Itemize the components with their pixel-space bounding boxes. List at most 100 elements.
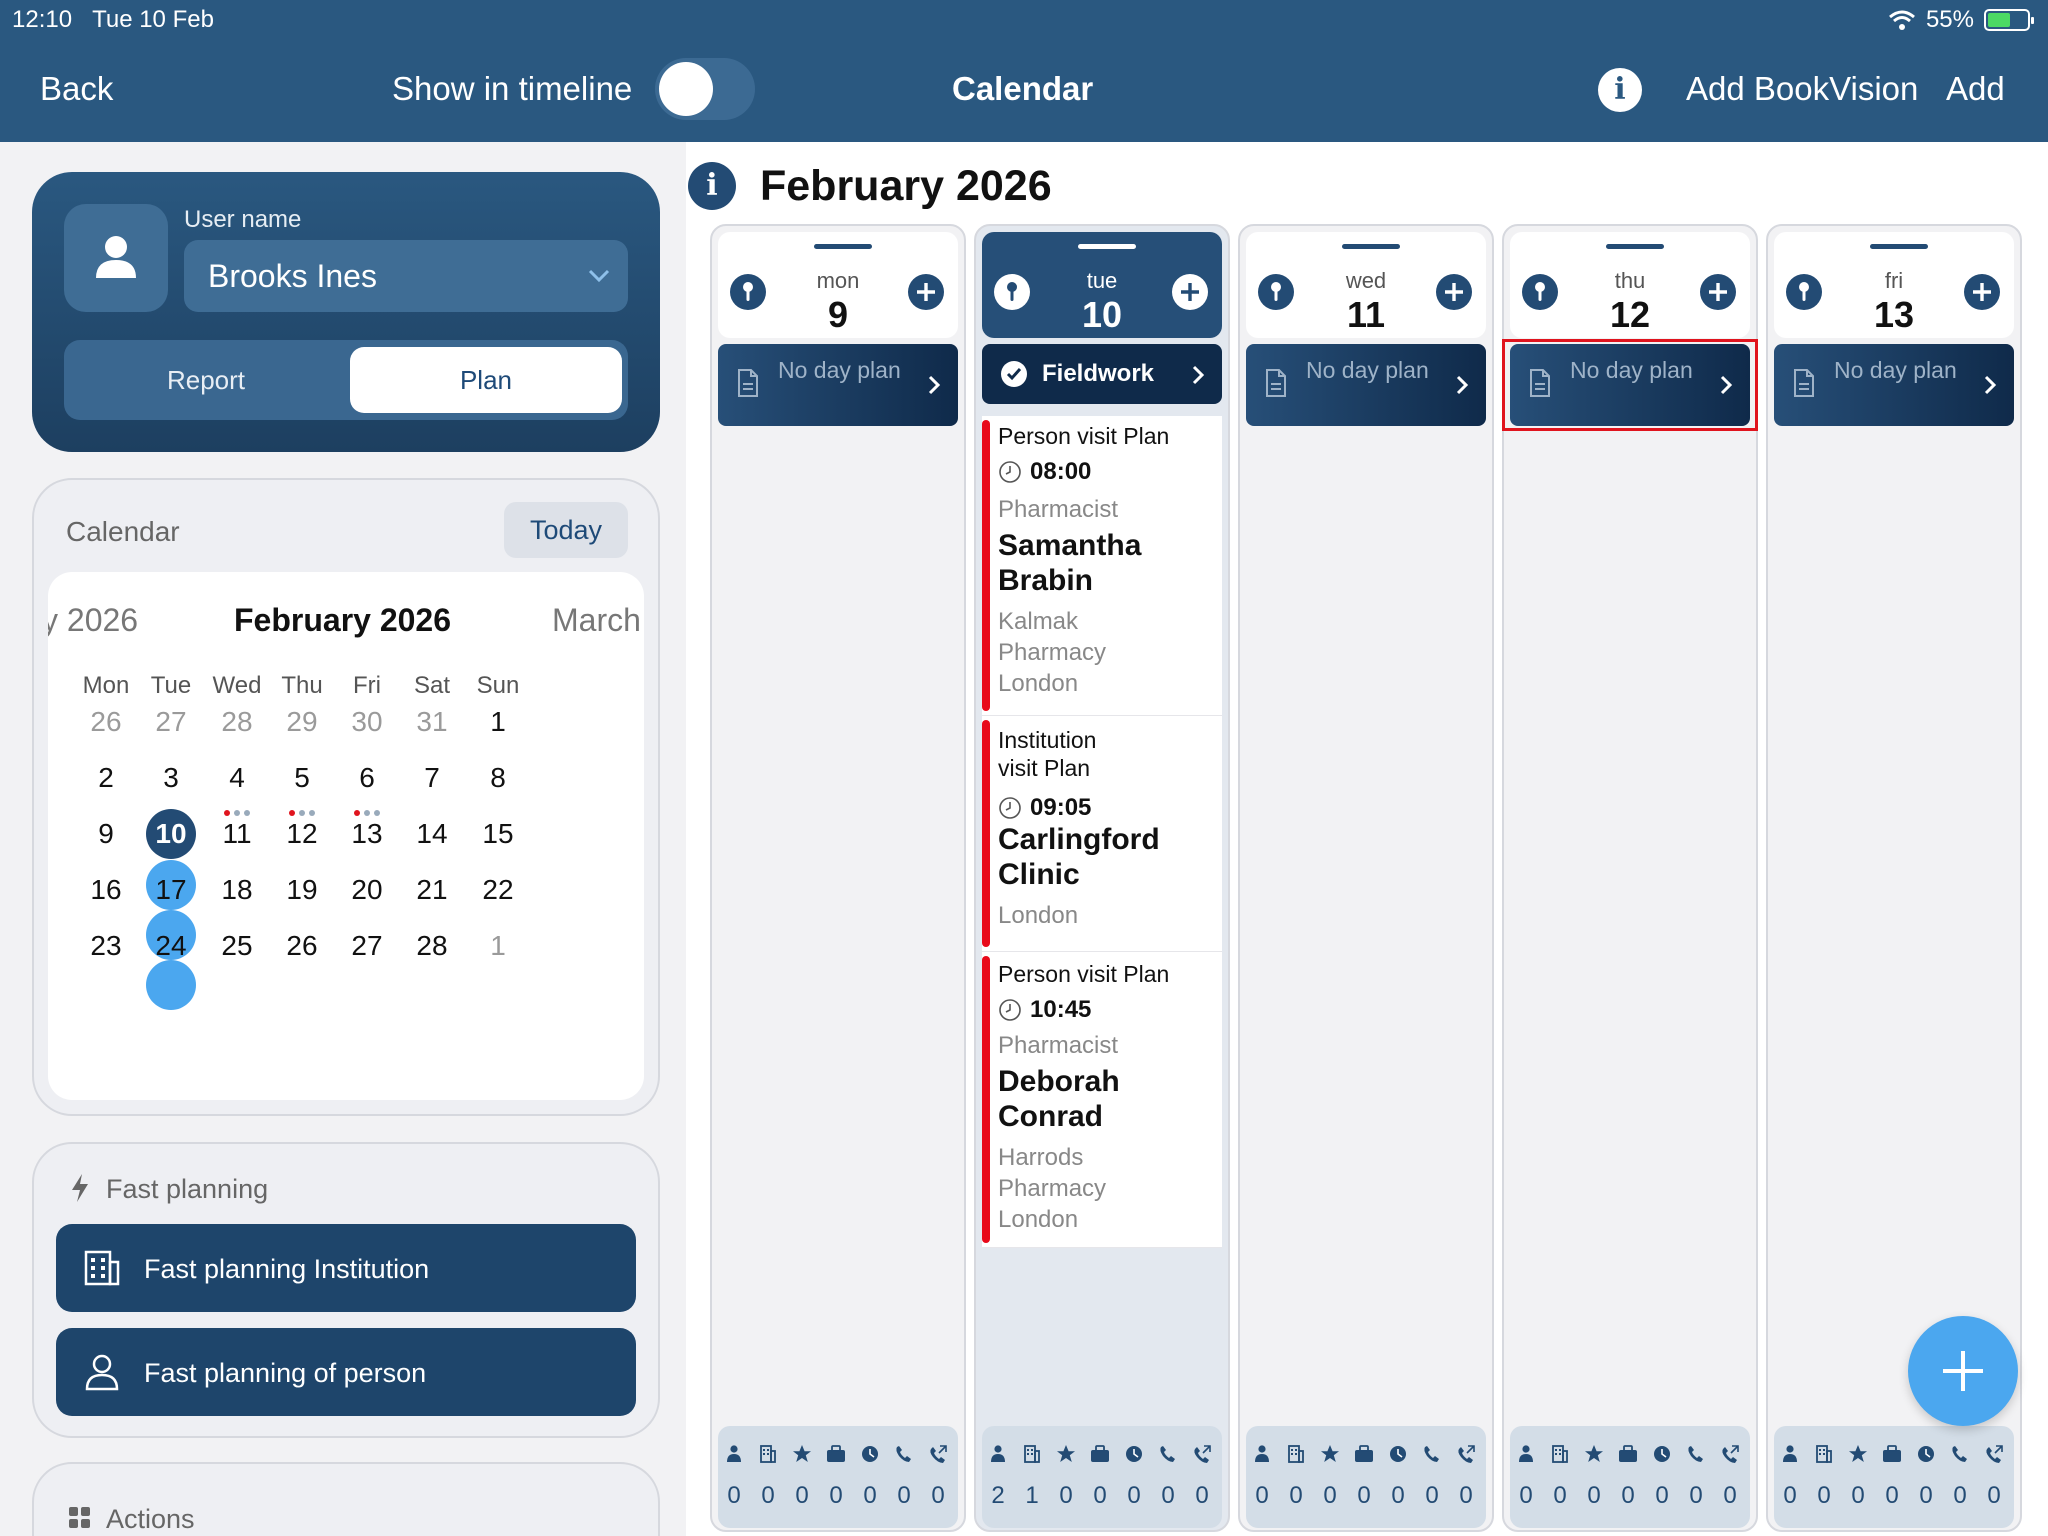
calendar-day-number: 7 bbox=[424, 762, 440, 793]
calendar-day[interactable]: 22 bbox=[458, 860, 538, 920]
calendar-day-number: 8 bbox=[490, 762, 506, 793]
month-calendar: y 2026 February 2026 March Mon Tue Wed Thu F… bbox=[48, 572, 644, 1100]
day-plan-button[interactable]: No day plan bbox=[718, 344, 958, 426]
building-icon bbox=[1024, 1445, 1040, 1463]
stat-count: 0 bbox=[1621, 1482, 1635, 1509]
visit-type: Person visit Plan bbox=[998, 423, 1170, 449]
stat-icons bbox=[1255, 1445, 1475, 1463]
phone-icon bbox=[1688, 1446, 1703, 1462]
stat-count: 0 bbox=[1357, 1482, 1371, 1509]
calendar-day[interactable]: 8 bbox=[458, 748, 538, 808]
chevron-right-icon bbox=[1984, 375, 1997, 395]
star-icon bbox=[1321, 1445, 1339, 1462]
visit-card[interactable]: Person visit Plan 10:45 Pharmacist Deborah … bbox=[982, 952, 1222, 1248]
day-header-indicator bbox=[814, 244, 872, 249]
building-icon bbox=[84, 1250, 120, 1286]
stat-count: 2 bbox=[991, 1482, 1005, 1509]
floating-add-button[interactable] bbox=[1908, 1316, 2018, 1426]
calendar-day-number: 24 bbox=[155, 930, 187, 961]
day-header[interactable]: mon 9 bbox=[718, 232, 958, 338]
visit-card[interactable]: Person visit Plan 08:00 Pharmacist Samantha… bbox=[982, 416, 1222, 716]
fast-planning-person-button[interactable]: Fast planning of person bbox=[56, 1328, 636, 1416]
visit-status-bar bbox=[982, 420, 990, 711]
stat-count: 0 bbox=[931, 1482, 945, 1509]
visit-time: 10:45 bbox=[1030, 996, 1092, 1023]
day-stats: 0000000 bbox=[1510, 1426, 1750, 1528]
clock-icon bbox=[1126, 1446, 1142, 1462]
stat-count: 0 bbox=[1093, 1482, 1107, 1509]
stat-count: 0 bbox=[1425, 1482, 1439, 1509]
stat-count: 0 bbox=[1885, 1482, 1899, 1509]
visit-place: Kalmak Pharmacy London bbox=[998, 608, 1107, 697]
day-header[interactable]: tue 10 bbox=[982, 232, 1222, 338]
calendar-day-number: 27 bbox=[351, 930, 383, 961]
calendar-day[interactable]: 1 bbox=[458, 916, 538, 976]
day-number: 11 bbox=[1346, 294, 1386, 335]
stat-count: 0 bbox=[1553, 1482, 1567, 1509]
info-icon[interactable]: i bbox=[1598, 68, 1642, 112]
day-header[interactable]: fri 13 bbox=[1774, 232, 2014, 338]
day-number: 13 bbox=[1873, 294, 1915, 335]
calendar-day-number: 9 bbox=[98, 818, 114, 849]
user-name-label: User name bbox=[184, 206, 302, 233]
briefcase-icon bbox=[1355, 1445, 1373, 1462]
day-plan-button[interactable]: Fieldwork bbox=[982, 344, 1222, 404]
next-month-label[interactable]: March bbox=[552, 602, 641, 639]
chevron-right-icon bbox=[1456, 375, 1469, 395]
star-icon bbox=[1849, 1445, 1867, 1462]
person-icon bbox=[1783, 1445, 1797, 1462]
previous-month-label[interactable]: y 2026 bbox=[48, 602, 138, 639]
stat-count: 0 bbox=[1059, 1482, 1073, 1509]
report-plan-segmented-control: Report Plan bbox=[64, 340, 628, 420]
calendar-day-number: 25 bbox=[221, 930, 253, 961]
briefcase-icon bbox=[1883, 1445, 1901, 1462]
fast-planning-institution-button[interactable]: Fast planning Institution bbox=[56, 1224, 636, 1312]
plus-icon bbox=[1943, 1351, 1983, 1391]
visit-card[interactable]: Institution visit Plan 09:05 Carlingford C… bbox=[982, 716, 1222, 952]
stat-icons bbox=[1519, 1445, 1739, 1463]
clock-icon bbox=[999, 461, 1021, 483]
calendar-day-number: 15 bbox=[482, 818, 514, 849]
week-title: February 2026 bbox=[760, 162, 1052, 210]
fast-planning-person-label: Fast planning of person bbox=[144, 1358, 427, 1388]
back-button[interactable]: Back bbox=[40, 70, 113, 108]
day-plan-button[interactable]: No day plan bbox=[1774, 344, 2014, 426]
building-icon bbox=[1288, 1445, 1304, 1463]
day-column-wed: wed 11 No day plan 0 0 0 0 0 0 0 bbox=[1238, 224, 1494, 1532]
clock-icon bbox=[999, 797, 1021, 819]
visit-role: Pharmacist bbox=[998, 1032, 1119, 1059]
add-button[interactable]: Add bbox=[1946, 70, 2005, 108]
show-in-timeline-toggle[interactable] bbox=[655, 58, 755, 120]
calendar-day-number: 27 bbox=[155, 706, 187, 737]
stat-icons bbox=[727, 1445, 947, 1463]
day-header-indicator bbox=[1342, 244, 1400, 249]
day-plan-button[interactable]: No day plan bbox=[1246, 344, 1486, 426]
day-weekday: fri bbox=[1884, 268, 1904, 293]
phone-outgoing-icon bbox=[1194, 1445, 1211, 1463]
add-bookvision-button[interactable]: Add BookVision bbox=[1686, 70, 1918, 108]
person-icon bbox=[991, 1445, 1005, 1462]
briefcase-icon bbox=[1619, 1445, 1637, 1462]
stat-count: 0 bbox=[1987, 1482, 2001, 1509]
briefcase-icon bbox=[827, 1445, 845, 1462]
star-icon bbox=[793, 1445, 811, 1462]
stat-count: 0 bbox=[1255, 1482, 1269, 1509]
segment-plan[interactable]: Plan bbox=[350, 347, 622, 413]
today-button[interactable]: Today bbox=[504, 502, 628, 558]
visit-role: Pharmacist bbox=[998, 496, 1119, 523]
user-name-select[interactable]: Brooks Ines bbox=[184, 240, 628, 312]
lightning-icon bbox=[72, 1174, 88, 1202]
stat-count: 0 bbox=[1587, 1482, 1601, 1509]
segment-report[interactable]: Report bbox=[64, 340, 348, 420]
stat-count: 0 bbox=[1655, 1482, 1669, 1509]
calendar-day[interactable]: 15 bbox=[458, 804, 538, 864]
phone-outgoing-icon bbox=[1458, 1445, 1475, 1463]
day-header[interactable]: wed 11 bbox=[1246, 232, 1486, 338]
clock-icon bbox=[862, 1446, 878, 1462]
day-header[interactable]: thu 12 bbox=[1510, 232, 1750, 338]
week-info-icon[interactable]: i bbox=[688, 162, 736, 210]
calendar-day-number: 26 bbox=[286, 930, 318, 961]
calendar-day-number: 21 bbox=[416, 874, 448, 905]
visit-status-bar bbox=[982, 956, 990, 1243]
calendar-day[interactable]: 1 bbox=[458, 692, 538, 752]
